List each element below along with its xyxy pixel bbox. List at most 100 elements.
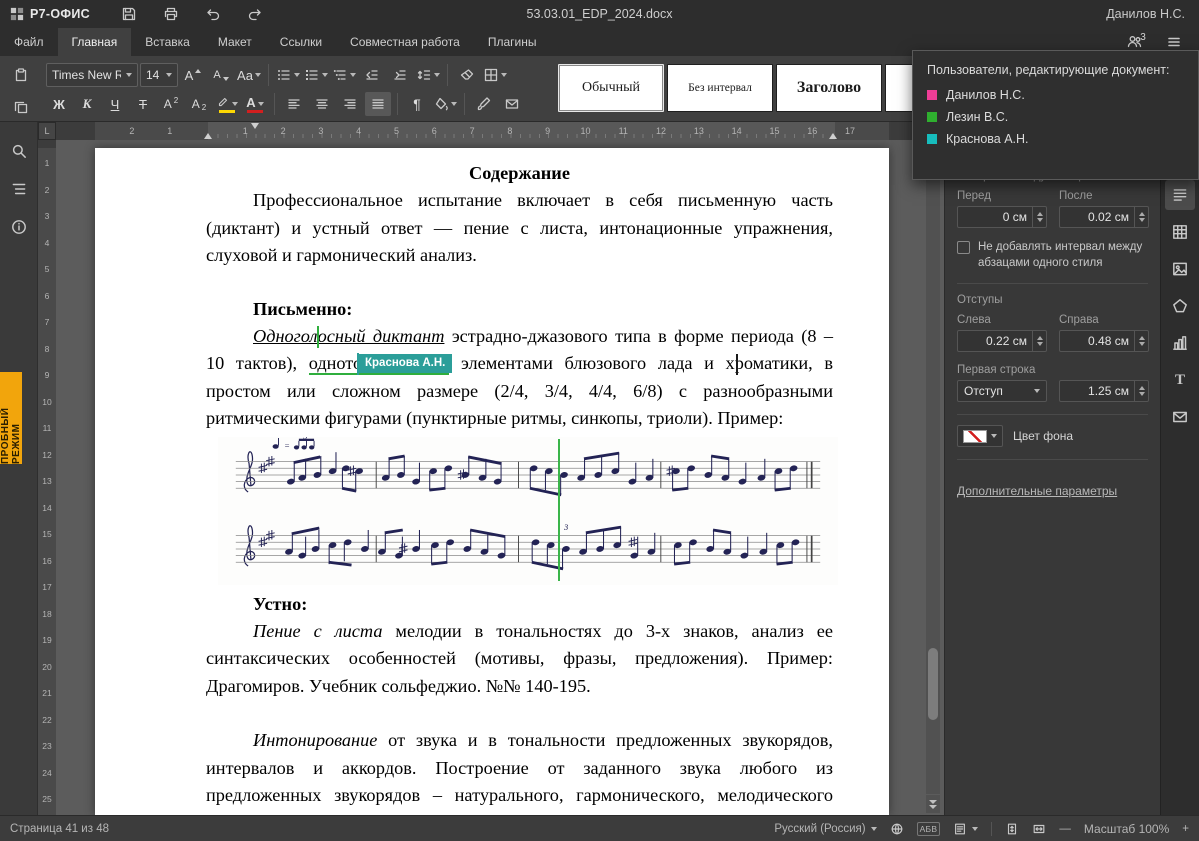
spinner-down-icon[interactable] [1037,218,1043,222]
redo-button[interactable] [242,3,268,25]
subscript-button[interactable]: А2 [186,92,212,116]
same-style-checkbox-row[interactable]: Не добавлять интервал между абзацами одн… [957,240,1148,271]
bold-button[interactable]: Ж [46,92,72,116]
spacing-before-spinner[interactable]: 0 см [957,206,1047,228]
track-changes-button[interactable] [953,822,978,836]
tab-collaboration[interactable]: Совместная работа [336,28,474,56]
clear-style-button[interactable] [454,63,480,87]
font-color-swatch [247,110,263,113]
style-card-heading1[interactable]: Заголово [776,64,882,112]
numbered-list-button[interactable] [303,63,329,87]
align-right-button[interactable] [337,92,363,116]
chart-settings-tab[interactable] [1165,328,1195,358]
image-settings-tab[interactable] [1165,254,1195,284]
spinner-up-icon[interactable] [1139,386,1145,390]
about-button[interactable] [6,214,32,240]
table-settings-tab[interactable] [1165,217,1195,247]
spinner-up-icon[interactable] [1037,336,1043,340]
style-card-normal[interactable]: Обычный [558,64,664,112]
indent-left-spinner[interactable]: 0.22 см [957,330,1047,352]
doc-heading-written: Письменно: [206,296,833,323]
left-indent-marker[interactable] [204,133,212,139]
spacing-after-spinner[interactable]: 0.02 см [1059,206,1149,228]
italic-button[interactable]: К [74,92,100,116]
underline-button[interactable]: Ч [102,92,128,116]
shading-button[interactable] [432,92,458,116]
borders-button[interactable] [482,63,508,87]
increase-font-button[interactable]: А [180,63,206,87]
language-button[interactable]: Русский (Россия) [774,823,876,835]
fit-width-button[interactable] [1032,822,1046,836]
undo-button[interactable] [200,3,226,25]
shape-settings-tab[interactable] [1165,291,1195,321]
font-color-button[interactable]: А [242,92,268,116]
search-button[interactable] [6,138,32,164]
checkbox-icon[interactable] [957,241,970,254]
spinner-down-icon[interactable] [1139,218,1145,222]
spinner-down-icon[interactable] [1037,342,1043,346]
align-justify-button[interactable] [365,92,391,116]
set-language-button[interactable] [890,822,904,836]
bullet-list-button[interactable] [275,63,301,87]
font-size-select[interactable]: 14 [140,63,178,87]
print-button[interactable] [158,3,184,25]
style-card-no-spacing[interactable]: Без интервал [667,64,773,112]
paragraph-settings-tab[interactable] [1165,180,1195,210]
align-center-button[interactable] [309,92,335,116]
spinner-up-icon[interactable] [1037,212,1043,216]
align-left-button[interactable] [281,92,307,116]
copy-button[interactable] [8,95,34,119]
first-line-spinner[interactable]: 1.25 см [1059,380,1149,402]
increase-indent-button[interactable] [387,63,413,87]
nonprinting-chars-button[interactable]: ¶ [404,92,430,116]
decrease-indent-button[interactable] [359,63,385,87]
paste-button[interactable] [8,63,34,87]
font-name-select[interactable]: Times New R [46,63,138,87]
right-indent-marker[interactable] [829,133,837,139]
navigation-button[interactable] [6,176,32,202]
spinner-down-icon[interactable] [1139,342,1145,346]
save-button[interactable] [116,3,142,25]
background-color-button[interactable] [957,425,1003,447]
tab-plugins[interactable]: Плагины [474,28,551,56]
tab-references[interactable]: Ссылки [266,28,336,56]
tab-insert[interactable]: Вставка [131,28,204,56]
zoom-out-button[interactable]: — [1059,823,1071,835]
next-page-button[interactable] [926,795,940,813]
superscript-button[interactable]: А2 [158,92,184,116]
indent-right-spinner[interactable]: 0.48 см [1059,330,1149,352]
first-line-type-select[interactable]: Отступ [957,380,1047,402]
line-spacing-button[interactable] [415,63,441,87]
copy-style-button[interactable] [471,92,497,116]
sheet-music-image[interactable]: = 3 3 [218,437,838,585]
tab-home[interactable]: Главная [58,28,132,56]
vertical-scrollbar[interactable] [926,140,940,794]
page-indicator[interactable]: Страница 41 из 48 [10,823,109,835]
highlight-color-button[interactable] [214,92,240,116]
zoom-in-button[interactable]: + [1182,823,1189,835]
mail-merge-settings-tab[interactable] [1165,402,1195,432]
document-page[interactable]: Содержание Профессиональное испытание вк… [95,148,889,815]
spinner-down-icon[interactable] [1139,392,1145,396]
spinner-up-icon[interactable] [1139,212,1145,216]
textart-settings-tab[interactable]: Т [1165,365,1195,395]
multilevel-list-button[interactable] [331,63,357,87]
fit-page-button[interactable] [1005,822,1019,836]
mail-merge-button[interactable] [499,92,525,116]
scrollbar-thumb[interactable] [928,648,938,720]
no-fill-swatch [963,430,987,443]
change-case-button[interactable]: Аа [236,63,262,87]
tab-layout[interactable]: Макет [204,28,266,56]
tab-file[interactable]: Файл [0,28,58,56]
first-line-indent-marker[interactable] [251,123,259,129]
strikethrough-button[interactable]: Т [130,92,156,116]
advanced-settings-link[interactable]: Дополнительные параметры [957,484,1117,498]
spinner-up-icon[interactable] [1139,336,1145,340]
tab-stop-selector[interactable]: L [38,122,56,140]
text-cursor [736,354,738,375]
doc-paragraph-1: Профессиональное испытание включает в се… [206,187,833,269]
collaborator-row: Данилов Н.С. [927,88,1184,102]
decrease-font-button[interactable]: А [208,63,234,87]
status-bar: Страница 41 из 48 Русский (Россия) АБВ —… [0,815,1199,841]
spellcheck-button[interactable]: АБВ [917,822,941,836]
